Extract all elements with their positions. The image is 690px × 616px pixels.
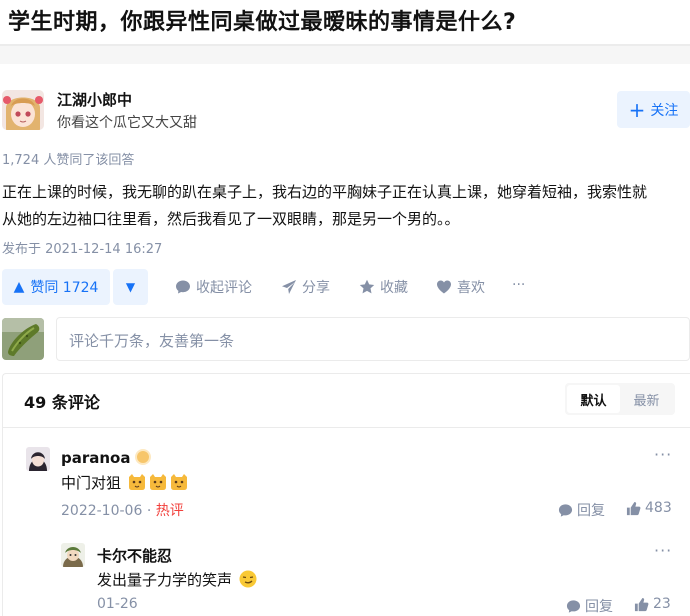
publish-time[interactable]: 发布于 2021-12-14 16:27 [2,238,162,257]
plus-icon: + [628,97,646,122]
comment-bubble-icon [176,280,190,294]
comments-divider [3,427,690,428]
share-label: 分享 [302,280,330,296]
comment-text-content: 发出量子力学的笑声 [97,571,233,589]
favorite-label: 收藏 [380,280,408,296]
answer-line: 正在上课的时候，我无聊的趴在桌子上，我右边的平胸妹子正在认真上课，她穿着短袖，我… [2,183,648,201]
comment-like-count: 483 [645,500,672,516]
follow-button[interactable]: + 关注 [617,91,690,128]
meta-separator: · [146,503,152,519]
reply-button[interactable]: 回复 [558,500,605,520]
paper-plane-icon [282,280,296,294]
upvote-summary[interactable]: 1,724 人赞同了该回答 [2,149,134,168]
comment-bubble-icon [558,503,573,517]
downvote-button[interactable]: ▼ [113,269,148,305]
collapse-comments-button[interactable]: 收起评论 [175,277,252,297]
triangle-down-icon: ▼ [125,280,136,294]
cat-emoji-icon [149,474,166,490]
comment-input[interactable]: 评论千万条，友善第一条 [56,317,690,361]
sort-default-tab[interactable]: 默认 [567,385,620,413]
comment-author-name[interactable]: 卡尔不能忍 [97,545,172,566]
comment-more-button[interactable]: ··· [654,541,672,560]
upvote-button[interactable]: ▲ 赞同 1724 [2,269,110,305]
current-user-avatar [2,318,44,360]
comment-text-content: 中门对狙 [61,474,122,492]
comment-more-button[interactable]: ··· [654,445,672,464]
answer-content: 正在上课的时候，我无聊的趴在桌子上，我右边的平胸妹子正在认真上课，她穿着短袖，我… [2,179,690,233]
comment-avatar[interactable] [61,543,85,567]
thumbs-up-icon [634,597,649,611]
like-label: 喜欢 [457,280,485,296]
comment-author[interactable]: paranoa [61,449,151,467]
comments-count: 49 条评论 [24,393,100,412]
triangle-up-icon: ▲ [13,279,25,295]
hot-comment-tag: 热评 [155,503,184,519]
cat-emoji-icon [170,474,187,490]
author-avatar[interactable] [2,90,44,130]
upvote-label: 赞同 1724 [30,280,99,296]
reply-label: 回复 [585,599,613,615]
star-icon [359,279,375,294]
comment-sort-switch: 默认 最新 [565,383,675,415]
comment-text: 发出量子力学的笑声 [97,569,258,590]
more-actions-button[interactable]: ··· [512,277,525,293]
comment-like-button[interactable]: 23 [634,596,671,612]
smirk-emoji-icon [239,570,257,588]
thumbs-up-icon [626,501,641,515]
heart-icon [437,280,451,294]
section-gap [0,46,690,64]
creator-badge-icon [134,449,151,465]
like-button[interactable]: 喜欢 [436,277,485,297]
comment-bubble-icon [566,599,581,613]
cat-emoji-icon [128,474,145,490]
author-bio: 你看这个瓜它又大又甜 [57,115,197,131]
comment-placeholder: 评论千万条，友善第一条 [69,332,235,350]
collapse-comments-label: 收起评论 [196,280,252,296]
comment-avatar[interactable] [26,447,50,471]
favorite-button[interactable]: 收藏 [359,277,408,297]
comment-author-name: paranoa [61,449,131,467]
comment-date: 01-26 [97,596,138,612]
sort-latest-tab[interactable]: 最新 [620,385,673,413]
share-button[interactable]: 分享 [281,277,330,297]
comment-like-button[interactable]: 483 [626,500,672,516]
comment-text: 中门对狙 [61,472,189,493]
comment-date: 2022-10-06 [61,503,143,519]
comment-meta: 2022-10-06 · 热评 [61,500,184,520]
question-title[interactable]: 学生时期，你跟异性同桌做过最暧昧的事情是什么? [8,4,516,36]
reply-button[interactable]: 回复 [566,596,613,616]
answer-line: 从她的左边袖口往里看，然后我看见了一双眼睛，那是另一个男的。。 [2,210,460,228]
comment-like-count: 23 [653,596,671,612]
reply-label: 回复 [577,503,605,519]
follow-label: 关注 [650,102,679,119]
author-name[interactable]: 江湖小郎中 [57,89,132,110]
more-icon: ··· [512,277,526,293]
